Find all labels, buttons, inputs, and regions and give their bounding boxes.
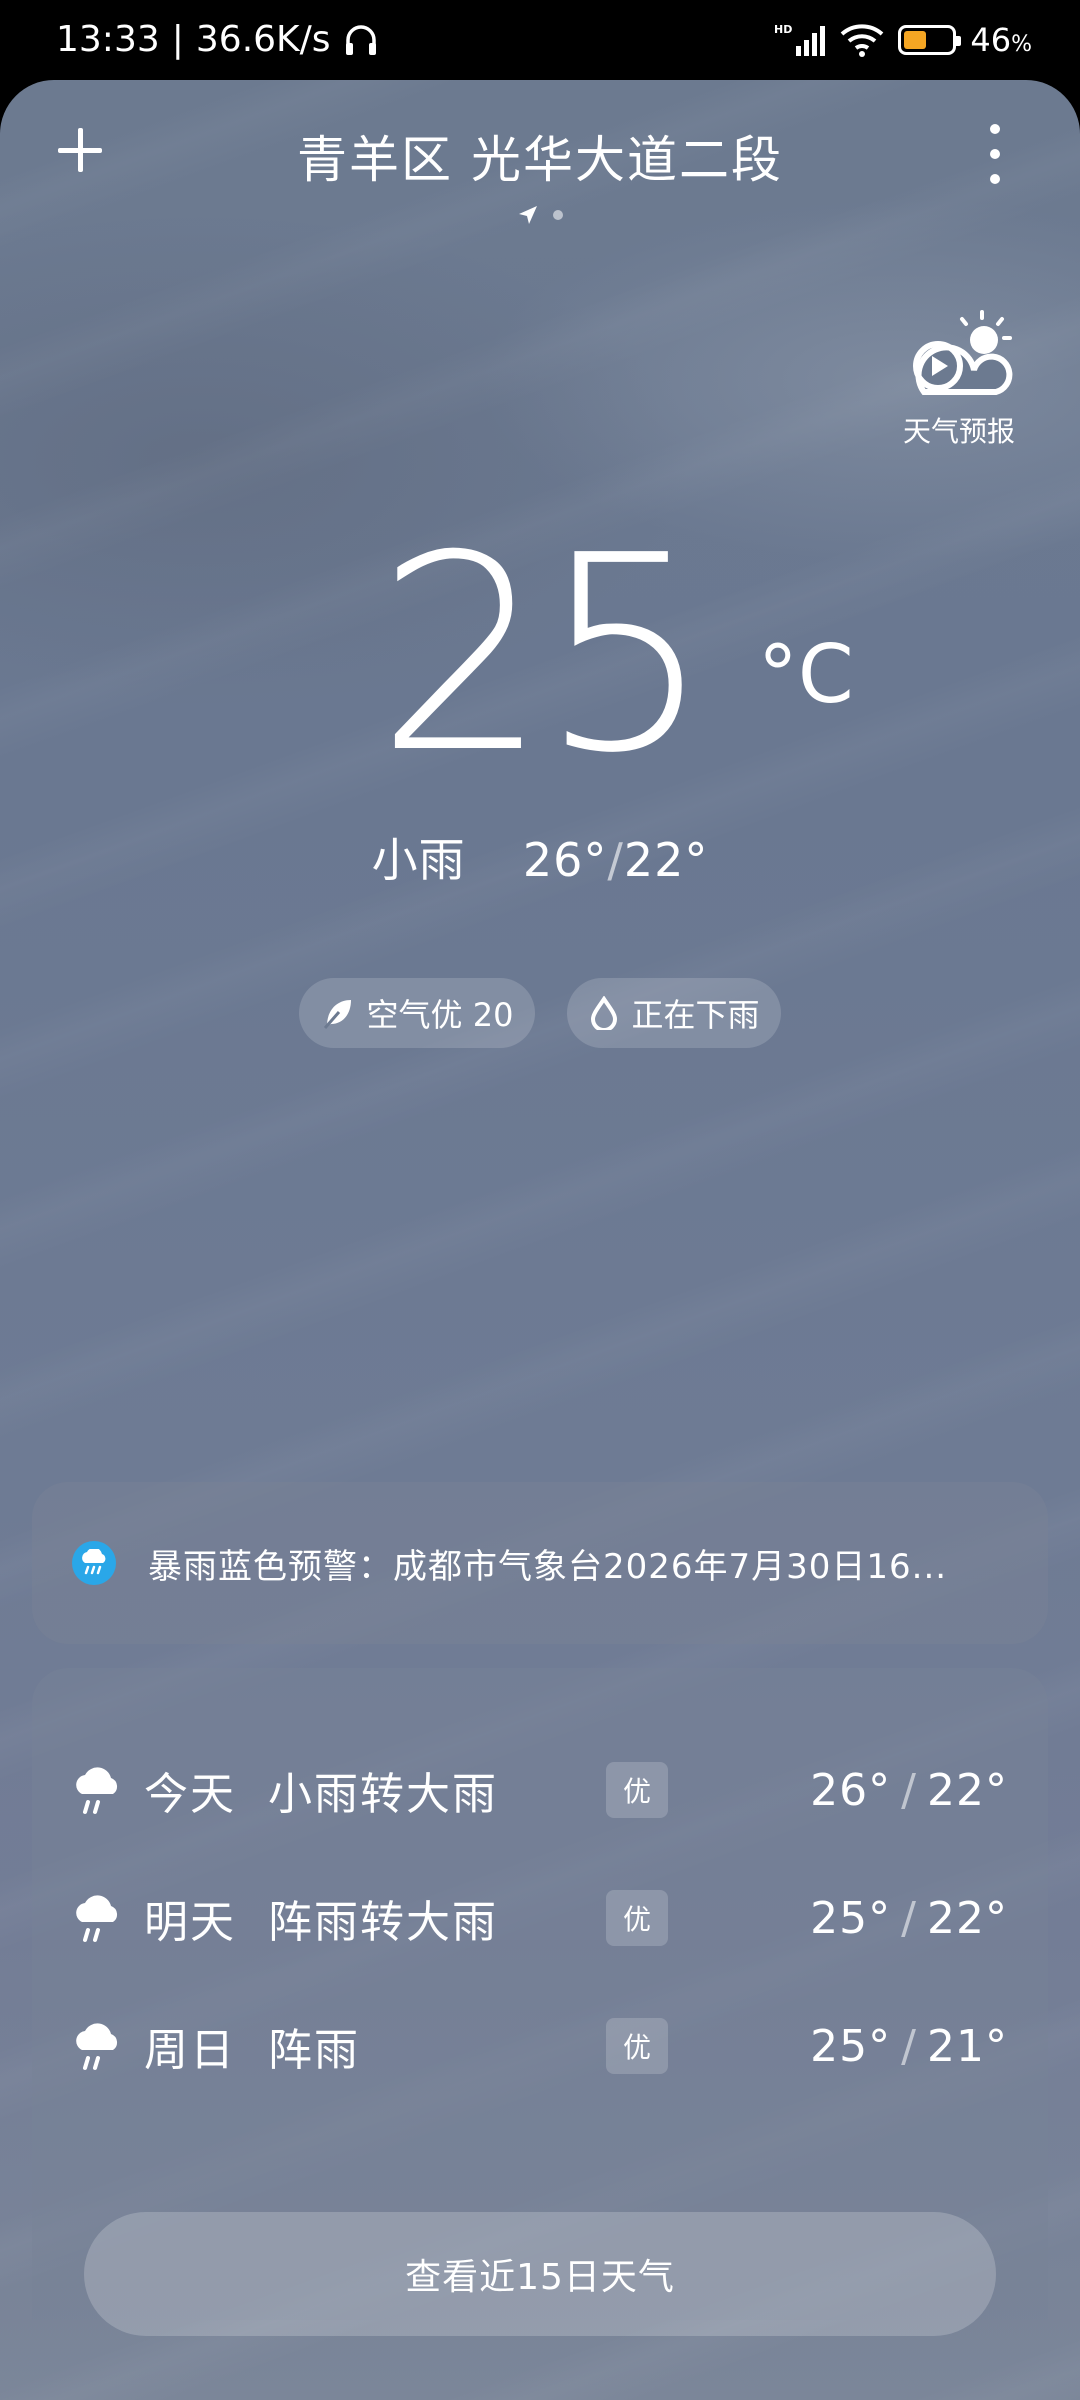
location-title[interactable]: 青羊区 光华大道二段 [0, 120, 1080, 192]
battery-icon [898, 25, 962, 55]
rain-status-label: 正在下雨 [631, 996, 760, 1034]
cell-signal-icon: HD [774, 23, 826, 56]
more-dot [990, 174, 1000, 184]
battery-fill [904, 31, 926, 49]
rain-cloud-icon [76, 1767, 118, 1814]
forecast-day-label: 周日 阵雨 [144, 2025, 360, 2076]
status-left: 13:33 | 36.6K/s [56, 22, 379, 58]
top-bar: 青羊区 光华大道二段 [0, 80, 1080, 224]
condition-line: 小雨 26°/22° [0, 824, 1080, 890]
forecast-row-tomorrow[interactable]: 明天 阵雨转大雨 优 25°/22° [32, 1878, 1048, 1958]
status-time: 13:33 [56, 19, 160, 60]
rain-alert-icon [72, 1541, 116, 1585]
weather-chips: 空气优 20 正在下雨 [0, 978, 1080, 1048]
view-15-day-button[interactable]: 查看近15日天气 [84, 2212, 996, 2336]
current-weather: 25 °C 小雨 26°/22° [0, 520, 1080, 890]
daily-forecast-card: 今天 小雨转大雨 优 26°/22° 明天 阵雨转大雨 优 25°/22° 周日… [32, 1668, 1048, 2336]
page-indicator [0, 204, 1080, 226]
forecast-day-label: 今天 小雨转大雨 [144, 1769, 498, 1820]
weather-screen: 青羊区 光华大道二段 天气预报 25 °C 小雨 26°/22° 空气优 20 … [0, 80, 1080, 2400]
status-divider: | [171, 19, 184, 60]
status-bar: 13:33 | 36.6K/s HD 46% [0, 0, 1080, 80]
alert-text: 暴雨蓝色预警：成都市气象台2026年7月30日16... [148, 1546, 948, 1587]
more-dot [990, 149, 1000, 159]
forecast-row-today[interactable]: 今天 小雨转大雨 优 26°/22° [32, 1750, 1048, 1830]
more-dot [990, 124, 1000, 134]
wifi-icon [841, 24, 884, 57]
air-quality-label: 空气优 20 [366, 996, 514, 1034]
forecast-video-label: 天气预报 [902, 415, 1015, 448]
forecast-temps: 25°/22° [810, 1892, 1008, 1944]
aqi-badge: 优 [606, 1762, 668, 1818]
temperature-unit: °C [757, 628, 854, 721]
forecast-day-label: 明天 阵雨转大雨 [144, 1897, 498, 1948]
rain-cloud-icon [76, 2023, 118, 2070]
page-dot [553, 210, 563, 220]
today-low: 22° [623, 833, 709, 887]
location-arrow-icon [519, 206, 537, 224]
weather-forecast-video-button[interactable]: 天气预报 [894, 310, 1024, 450]
aqi-badge: 优 [606, 2018, 668, 2074]
forecast-temps: 25°/21° [810, 2020, 1008, 2072]
current-temperature: 25 °C [376, 497, 854, 812]
rain-cloud-icon [76, 1895, 118, 1942]
today-high: 26° [522, 833, 608, 887]
weather-alert-card[interactable]: 暴雨蓝色预警：成都市气象台2026年7月30日16... [32, 1482, 1048, 1644]
more-options-button[interactable] [980, 124, 1010, 184]
hd-label: HD [774, 23, 792, 36]
status-right: HD 46% [774, 20, 1032, 60]
battery-percent: 46% [970, 21, 1032, 59]
raindrop-icon [591, 996, 618, 1030]
headset-icon [345, 25, 376, 55]
rain-status-chip[interactable]: 正在下雨 [567, 978, 782, 1048]
aqi-badge: 优 [606, 1890, 668, 1946]
play-cloud-sun-icon [913, 310, 1013, 395]
forecast-row-sunday[interactable]: 周日 阵雨 优 25°/21° [32, 2006, 1048, 2086]
air-quality-chip[interactable]: 空气优 20 [298, 978, 536, 1048]
current-condition: 小雨 [371, 833, 466, 887]
leaf-icon [323, 1000, 351, 1029]
network-speed: 36.6K/s [195, 19, 331, 60]
forecast-temps: 26°/22° [810, 1764, 1008, 1816]
high-low-separator: / [607, 833, 624, 887]
